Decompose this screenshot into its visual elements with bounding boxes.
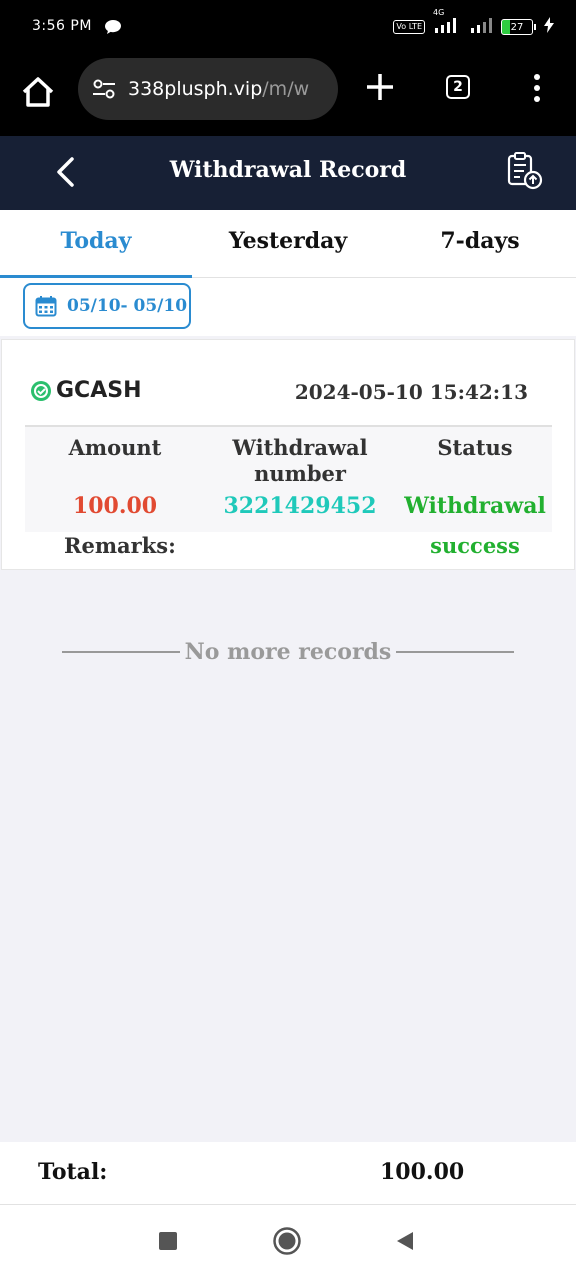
withdrawal-record-card[interactable]: GCASH 2024-05-10 15:42:13 Amount Withdra… [2,340,574,569]
date-range-picker[interactable]: 05/10- 05/10 [23,283,191,329]
channel-label: GCASH [30,378,142,403]
status-header: Status [437,435,513,460]
browser-menu-button[interactable] [526,72,548,104]
signal-icon-2 [469,16,493,38]
date-range-label: 05/10- 05/10 [67,296,188,316]
tab-today[interactable]: Today [0,210,192,278]
system-navigation-bar [0,1205,576,1280]
clipboard-upload-button[interactable] [504,150,546,192]
more-vert-icon [534,74,540,102]
withdrawal-number-value: 3221429452 [223,493,377,519]
signal-icon: 4G [433,8,461,38]
system-icons: Vo LTE 4G 27 [393,8,554,38]
home-nav-icon[interactable] [272,1226,302,1256]
app-header: Withdrawal Record [0,136,576,210]
new-tab-button[interactable] [362,69,398,105]
battery-icon: 27 [501,19,536,35]
status-bar: 3:56 PM Vo LTE 4G 27 [0,0,576,56]
amount-value: 100.00 [72,493,158,519]
home-button[interactable] [18,72,58,112]
total-value: 100.00 [380,1159,465,1185]
page-title: Withdrawal Record [169,157,407,183]
gcash-logo-icon [31,380,51,401]
total-bar: Total: 100.00 [0,1142,576,1205]
calendar-icon [35,296,57,317]
tab-7-days[interactable]: 7-days [384,210,576,277]
divider-right [395,651,514,653]
withdrawal-number-header: Withdrawal number [232,435,368,486]
divider-left [62,651,180,653]
clock: 3:56 PM [32,18,92,34]
url-path: /m/w [262,78,310,100]
plus-icon [367,74,393,100]
site-settings-icon[interactable] [90,75,118,103]
volte-icon: Vo LTE [393,20,425,34]
tab-yesterday[interactable]: Yesterday [192,210,384,277]
chat-notification-icon [104,19,122,39]
status-value: Withdrawal [404,493,546,519]
back-nav-icon[interactable] [394,1230,416,1252]
home-icon [22,77,54,107]
tab-switcher-button[interactable]: 2 [446,75,470,99]
status-value-line2: success [430,533,520,558]
list-end-indicator: No more records [62,636,514,668]
remarks-label: Remarks: [64,533,176,558]
url-bar[interactable]: 338plusph.vip/m/w [78,58,338,120]
period-tabs: Today Yesterday 7-days [0,210,576,278]
network-type: 4G [433,8,445,17]
browser-toolbar: 338plusph.vip/m/w 2 [0,56,576,136]
recents-button[interactable] [159,1232,177,1250]
no-more-records-text: No more records [184,639,392,665]
date-filter-row: 05/10- 05/10 [0,278,576,336]
clipboard-upload-icon [507,152,543,190]
url-host: 338plusph.vip [128,78,263,100]
channel-name: GCASH [56,378,142,403]
total-label: Total: [38,1159,108,1185]
record-datetime: 2024-05-10 15:42:13 [294,380,528,404]
charging-icon [544,17,554,37]
record-details: Amount Withdrawal number Status 100.00 3… [25,425,552,532]
amount-header: Amount [68,435,162,460]
url-text[interactable]: 338plusph.vip/m/w [128,78,336,100]
